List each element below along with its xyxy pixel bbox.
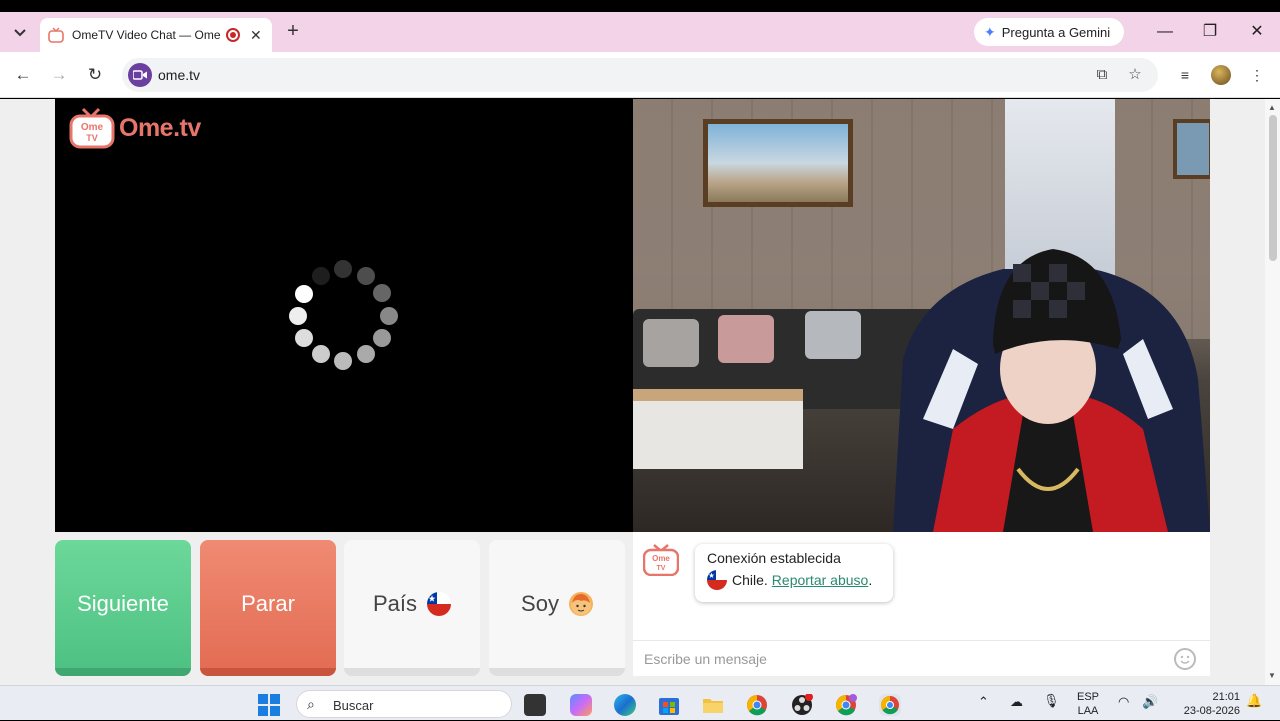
- connection-status: Conexión establecida: [707, 550, 841, 566]
- new-tab-icon[interactable]: +: [282, 20, 304, 42]
- clock[interactable]: 21:01 23-08-2026: [1170, 690, 1240, 718]
- forward-arrow-icon[interactable]: →: [47, 63, 71, 87]
- clock-date: 23-08-2026: [1183, 705, 1240, 717]
- browser-toolbar: ← → ↻ ome.tv ⧉ ☆ ≡ ⋮: [0, 52, 1280, 98]
- tab-close-icon[interactable]: ✕: [250, 27, 262, 44]
- site-camera-icon[interactable]: [128, 63, 152, 87]
- minimize-icon[interactable]: —: [1153, 20, 1177, 44]
- install-app-icon[interactable]: ⧉: [1092, 65, 1112, 85]
- stop-button[interactable]: Parar: [200, 540, 336, 676]
- tab-title: OmeTV Video Chat — Ome: [72, 28, 220, 42]
- language-indicator[interactable]: ESP LAA: [1073, 690, 1103, 718]
- avatar-badge-top: Ome: [652, 554, 670, 563]
- notification-icon[interactable]: 🔔: [1246, 694, 1262, 708]
- tab-bar: OmeTV Video Chat — Ome ✕ + ✦ Pregunta a …: [0, 12, 1280, 52]
- ometv-favicon-icon: [48, 27, 64, 43]
- logo-text: Ome.tv: [119, 113, 201, 142]
- tray-chevron-icon[interactable]: ⌃: [978, 695, 989, 709]
- message-input[interactable]: Escribe un mensaje: [633, 640, 1210, 676]
- logo-badge-top: Ome: [81, 122, 104, 133]
- clock-time: 21:01: [1212, 691, 1240, 703]
- wall-painting-small: [1173, 119, 1210, 179]
- gemini-button[interactable]: ✦ Pregunta a Gemini: [974, 18, 1124, 46]
- stop-label: Parar: [241, 591, 295, 616]
- chrome-icon[interactable]: [746, 694, 768, 716]
- media-control-icon[interactable]: ≡: [1174, 64, 1196, 86]
- active-tab[interactable]: OmeTV Video Chat — Ome ✕: [40, 18, 272, 52]
- windows-start-icon[interactable]: [258, 694, 280, 716]
- wall-painting: [703, 119, 853, 207]
- page-scrollbar[interactable]: ▲ ▼: [1265, 99, 1280, 685]
- lang-line2: LAA: [1077, 705, 1099, 717]
- chat-panel: Ome TV Conexión establecida Chile. Repor…: [633, 532, 1210, 676]
- report-abuse-link[interactable]: Reportar abuso: [772, 572, 869, 588]
- file-explorer-icon[interactable]: [702, 694, 724, 716]
- edge-icon[interactable]: [614, 694, 636, 716]
- obs-icon[interactable]: [791, 693, 813, 716]
- store-icon[interactable]: [658, 694, 680, 716]
- microphone-icon[interactable]: 🎙: [1043, 694, 1060, 708]
- url-text: ome.tv: [158, 67, 201, 83]
- boy-face-icon: [568, 592, 593, 616]
- page-content: Ome TV Ome.tv Siguiente Parar País Soy O…: [0, 99, 1265, 685]
- restore-icon[interactable]: ❐: [1198, 20, 1222, 44]
- onedrive-icon[interactable]: ☁: [1010, 695, 1023, 709]
- chile-flag-icon: [427, 592, 452, 616]
- scroll-down-icon[interactable]: ▼: [1268, 671, 1276, 680]
- gender-button[interactable]: Soy: [489, 540, 625, 676]
- scroll-thumb[interactable]: [1269, 115, 1277, 261]
- scroll-up-icon[interactable]: ▲: [1268, 103, 1276, 112]
- chat-controls: Siguiente Parar País Soy: [55, 540, 625, 676]
- next-button[interactable]: Siguiente: [55, 540, 191, 676]
- chrome-profile-icon[interactable]: [835, 694, 857, 716]
- self-video: [633, 99, 1210, 532]
- gemini-label: Pregunta a Gemini: [1001, 24, 1111, 40]
- address-bar[interactable]: ome.tv ⧉ ☆: [122, 58, 1158, 92]
- window-close-icon[interactable]: ✕: [1245, 20, 1269, 44]
- country-name: Chile.: [732, 572, 768, 588]
- loading-spinner-icon: [289, 259, 398, 370]
- coffee-table: [633, 389, 803, 469]
- top-strip: [0, 0, 1280, 12]
- task-view-icon[interactable]: [524, 694, 546, 716]
- gemini-star-icon: ✦: [984, 23, 996, 40]
- next-label: Siguiente: [77, 591, 169, 616]
- ometv-bot-avatar-icon: Ome TV: [642, 544, 680, 577]
- ometv-logo[interactable]: Ome TV Ome.tv: [69, 107, 201, 149]
- avatar-badge-bottom: TV: [657, 565, 666, 572]
- report-suffix: .: [868, 572, 873, 588]
- logo-tv-icon: Ome TV: [69, 107, 115, 149]
- stranger-video: Ome TV Ome.tv: [55, 99, 633, 532]
- logo-badge-bottom: TV: [86, 133, 98, 143]
- profile-avatar[interactable]: [1211, 65, 1231, 85]
- emoji-picker-icon[interactable]: [1174, 648, 1196, 670]
- taskbar-search[interactable]: ⌕ Buscar: [296, 690, 512, 718]
- person-in-chair: [883, 229, 1210, 532]
- country-label: País: [372, 591, 418, 616]
- bookmark-star-icon[interactable]: ☆: [1125, 65, 1145, 85]
- lang-line1: ESP: [1076, 691, 1099, 703]
- message-placeholder: Escribe un mensaje: [644, 651, 767, 667]
- copilot-icon[interactable]: [570, 694, 592, 716]
- gender-label: Soy: [521, 591, 559, 616]
- recording-icon: [226, 28, 240, 42]
- tab-search-dropdown-icon[interactable]: [8, 21, 32, 45]
- search-icon: ⌕: [307, 696, 315, 712]
- back-arrow-icon[interactable]: ←: [11, 63, 35, 87]
- reload-icon[interactable]: ↻: [83, 63, 107, 87]
- windows-taskbar: ⌕ Buscar ⌃ ☁ 🎙 ESP LAA ◠ 🔊 21:01 23-08-2…: [0, 685, 1280, 720]
- wifi-icon[interactable]: ◠: [1118, 695, 1129, 709]
- search-label: Buscar: [333, 698, 374, 713]
- chile-flag-small-icon: [707, 570, 727, 590]
- chrome-active-icon[interactable]: [879, 694, 901, 716]
- system-message: Conexión establecida Chile. Reportar abu…: [695, 544, 893, 602]
- country-button[interactable]: País: [344, 540, 480, 676]
- volume-icon[interactable]: 🔊: [1142, 695, 1158, 709]
- menu-dots-icon[interactable]: ⋮: [1246, 64, 1268, 86]
